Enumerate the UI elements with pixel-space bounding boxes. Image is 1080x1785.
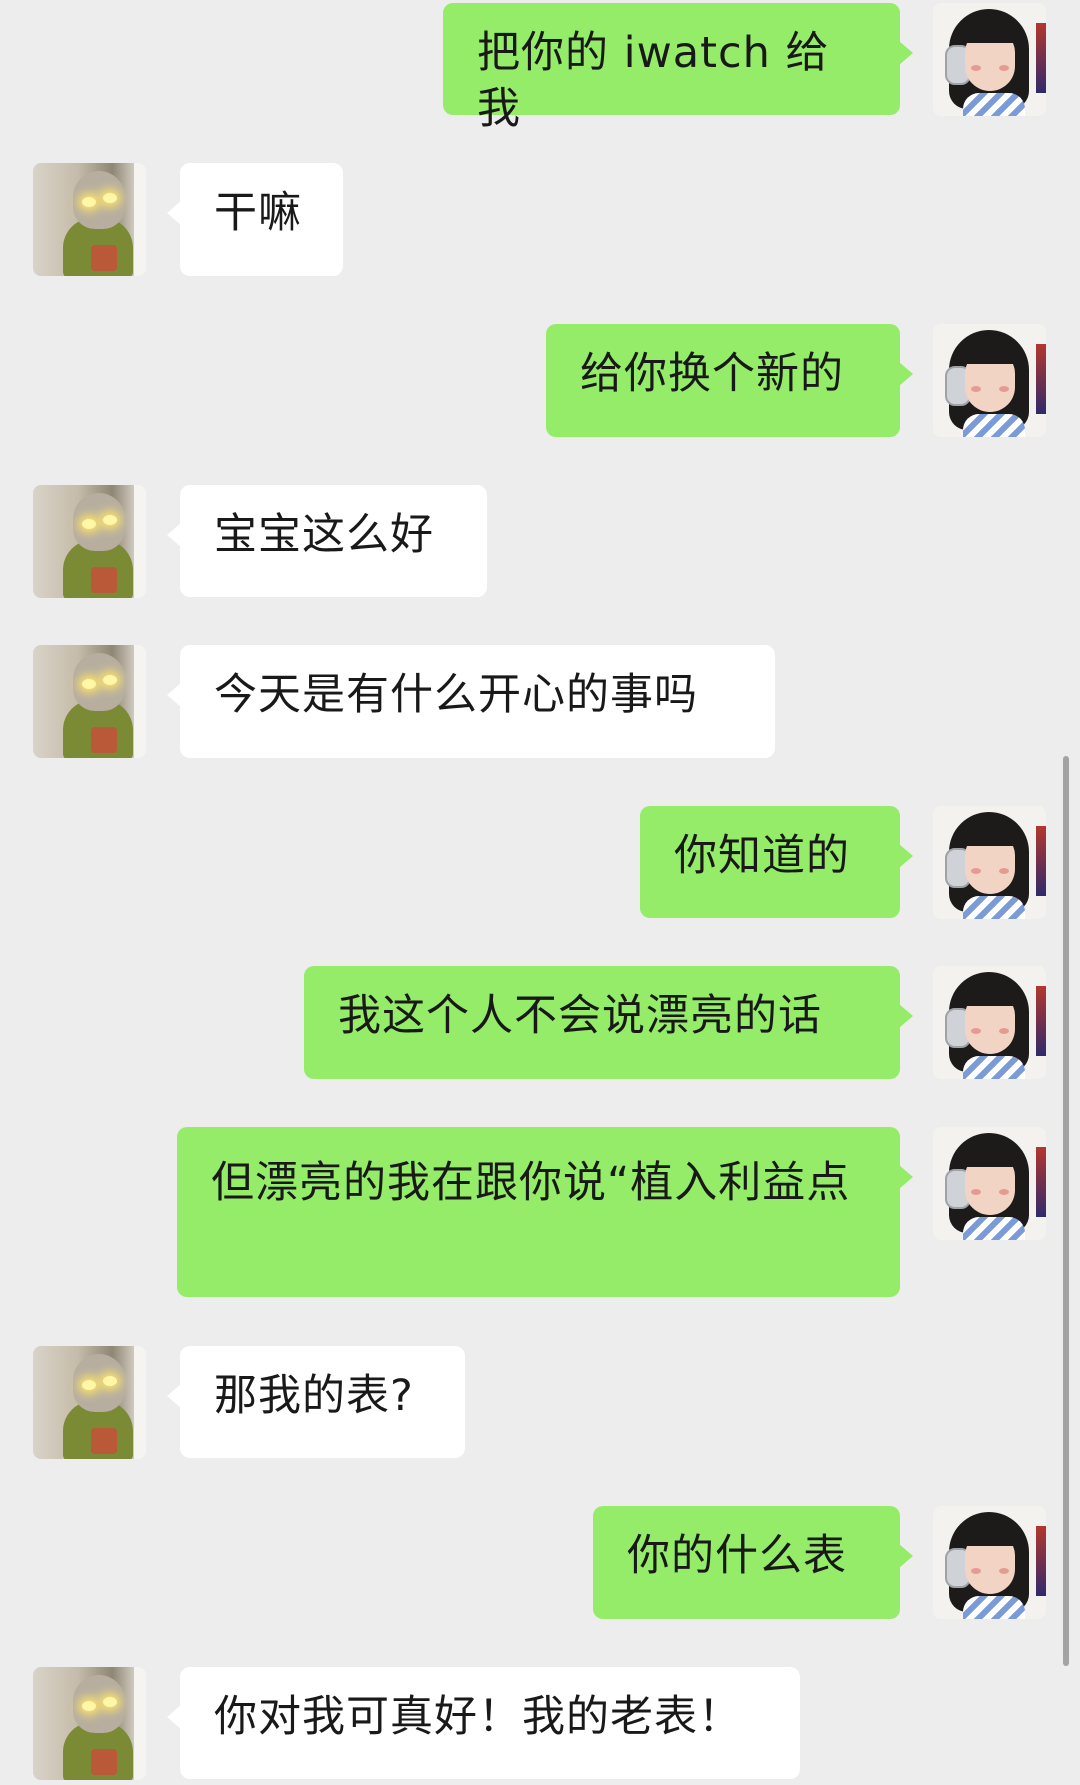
- message-bubble-sent[interactable]: 你的什么表: [593, 1506, 913, 1619]
- message-bubble-sent[interactable]: 把你的 iwatch 给我: [443, 3, 913, 134]
- message-bubble-sent[interactable]: 我这个人不会说漂亮的话: [304, 966, 913, 1079]
- friend-avatar[interactable]: [33, 485, 146, 598]
- chat-window[interactable]: 把你的 iwatch 给我 干嘛 给你换个新的 宝宝这么好 今天是有什么开心的事…: [0, 0, 1080, 1785]
- my-avatar[interactable]: [933, 966, 1046, 1079]
- my-avatar[interactable]: [933, 1127, 1046, 1240]
- friend-avatar[interactable]: [33, 645, 146, 758]
- my-avatar[interactable]: [933, 3, 1046, 116]
- message-bubble-received[interactable]: 那我的表?: [167, 1346, 465, 1458]
- friend-avatar[interactable]: [33, 1667, 146, 1780]
- scrollbar[interactable]: [1063, 756, 1069, 1666]
- message-bubble-sent[interactable]: 给你换个新的: [546, 324, 913, 437]
- my-avatar[interactable]: [933, 1506, 1046, 1619]
- message-bubble-received[interactable]: 你对我可真好！我的老表！: [167, 1667, 800, 1779]
- message-bubble-received[interactable]: 宝宝这么好: [167, 485, 487, 597]
- my-avatar[interactable]: [933, 324, 1046, 437]
- friend-avatar[interactable]: [33, 163, 146, 276]
- my-avatar[interactable]: [933, 806, 1046, 919]
- message-bubble-sent[interactable]: 你知道的: [640, 806, 913, 918]
- friend-avatar[interactable]: [33, 1346, 146, 1459]
- message-bubble-sent[interactable]: 但漂亮的我在跟你说“植入利益点: [177, 1127, 913, 1297]
- message-bubble-received[interactable]: 干嘛: [167, 163, 343, 276]
- message-bubble-received[interactable]: 今天是有什么开心的事吗: [167, 645, 775, 758]
